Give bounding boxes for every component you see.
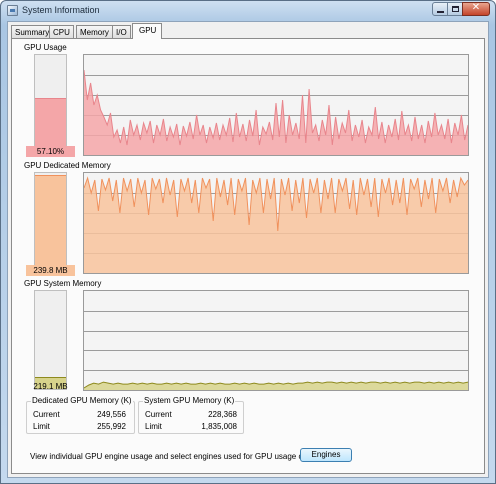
gpu-usage-graph bbox=[83, 54, 469, 156]
minimize-button[interactable] bbox=[432, 2, 448, 16]
gpu-dedicated-memory-level-bar bbox=[34, 172, 67, 273]
dedicated-limit-label: Limit bbox=[33, 422, 50, 431]
close-icon: ✕ bbox=[471, 2, 481, 13]
engines-hint-text: View individual GPU engine usage and sel… bbox=[30, 452, 343, 461]
tab-summary[interactable]: Summary bbox=[11, 25, 54, 38]
minimize-icon bbox=[437, 11, 444, 13]
app-icon bbox=[7, 5, 18, 16]
system-current-value: 228,368 bbox=[208, 410, 237, 419]
system-information-window: System Information ✕ Summary CPU Memory … bbox=[0, 0, 496, 484]
dialog-body: Summary CPU Memory I/O GPU GPU Usage 57.… bbox=[7, 21, 489, 478]
gpu-usage-history-svg bbox=[84, 69, 468, 155]
engines-button[interactable]: Engines bbox=[300, 448, 352, 462]
window-title: System Information bbox=[22, 5, 100, 15]
tab-cpu[interactable]: CPU bbox=[49, 25, 74, 38]
dedicated-current-value: 249,556 bbox=[97, 410, 126, 419]
gpu-tab-panel: GPU Usage 57.10% GPU Dedicated Memory 23… bbox=[11, 38, 485, 474]
gpu-dedicated-memory-level-fill bbox=[35, 174, 66, 272]
maximize-button[interactable] bbox=[447, 2, 463, 16]
gpu-usage-level-bar bbox=[34, 54, 67, 155]
gpu-dedicated-memory-value: 239.8 MB bbox=[26, 265, 75, 276]
dedicated-gpu-memory-title: Dedicated GPU Memory (K) bbox=[31, 396, 133, 405]
system-current-label: Current bbox=[145, 410, 172, 419]
tab-gpu[interactable]: GPU bbox=[132, 23, 162, 39]
gpu-usage-value: 57.10% bbox=[26, 146, 75, 157]
gpu-system-memory-value: 219.1 MB bbox=[33, 382, 68, 391]
gpu-system-memory-label: GPU System Memory bbox=[24, 279, 102, 288]
system-gpu-memory-group: System GPU Memory (K) Current 228,368 Li… bbox=[138, 396, 244, 434]
gpu-system-memory-level-bar bbox=[34, 290, 67, 390]
dedicated-current-label: Current bbox=[33, 410, 60, 419]
gpu-dedicated-memory-graph bbox=[83, 172, 469, 274]
tab-memory[interactable]: Memory bbox=[76, 25, 113, 38]
gpu-dedicated-memory-label: GPU Dedicated Memory bbox=[24, 161, 111, 170]
system-limit-label: Limit bbox=[145, 422, 162, 431]
system-limit-value: 1,835,008 bbox=[201, 422, 237, 431]
gpu-usage-label: GPU Usage bbox=[24, 43, 67, 52]
tab-io[interactable]: I/O bbox=[112, 25, 131, 38]
maximize-icon bbox=[452, 6, 459, 12]
dedicated-limit-value: 255,992 bbox=[97, 422, 126, 431]
gpu-system-history-svg bbox=[84, 311, 468, 390]
system-gpu-memory-title: System GPU Memory (K) bbox=[143, 396, 236, 405]
gpu-system-memory-graph bbox=[83, 290, 469, 391]
history-area bbox=[84, 70, 468, 155]
dedicated-gpu-memory-group: Dedicated GPU Memory (K) Current 249,556… bbox=[26, 396, 135, 434]
close-button[interactable]: ✕ bbox=[462, 2, 490, 16]
title-bar[interactable]: System Information ✕ bbox=[1, 1, 495, 21]
gpu-dedicated-history-svg bbox=[84, 176, 468, 273]
